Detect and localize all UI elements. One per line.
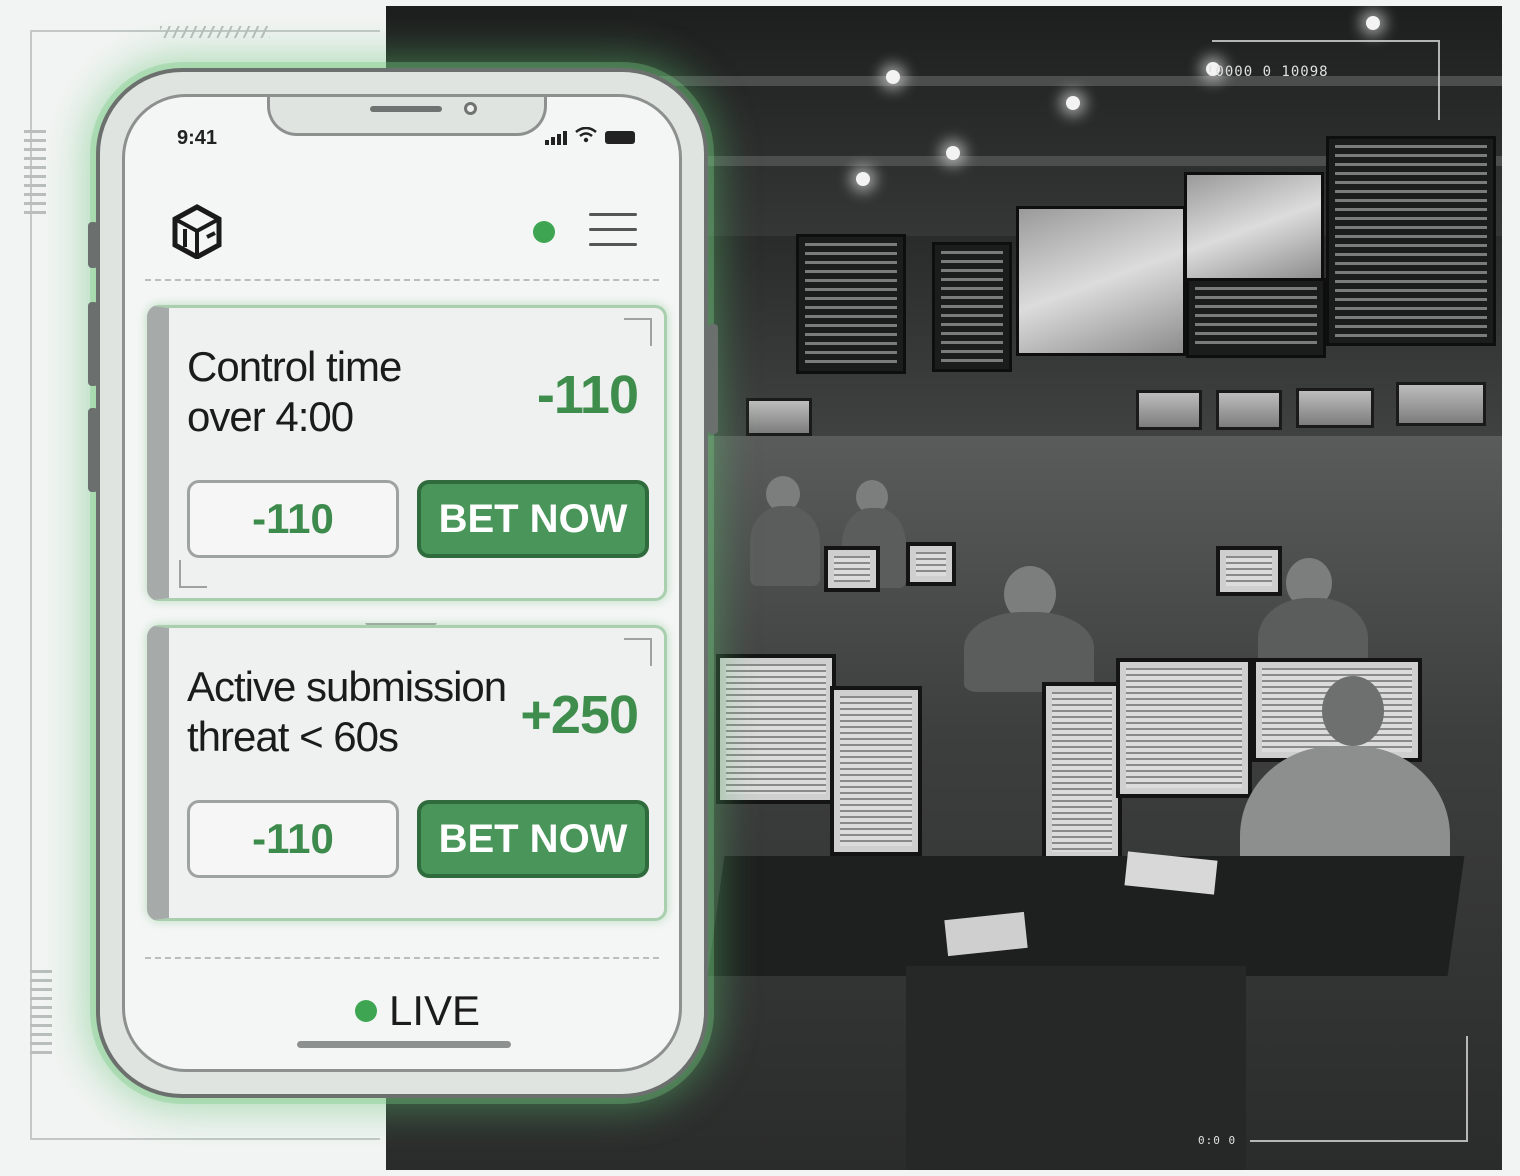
camera-icon <box>464 102 477 115</box>
trading-monitor <box>1042 682 1122 862</box>
bet-now-button[interactable]: BET NOW <box>417 480 649 558</box>
phone-notch <box>267 97 547 136</box>
person-head <box>1322 676 1384 746</box>
hud-hatch-left <box>24 130 46 220</box>
odds-board <box>1326 136 1496 346</box>
wall-tv <box>1216 390 1282 430</box>
wall-tv <box>746 398 812 436</box>
market-title: Active submission threat < 60s <box>187 662 507 762</box>
hud-label-top: !0000 0 10098 <box>1206 64 1329 80</box>
wifi-icon <box>575 126 597 148</box>
trading-monitor <box>1116 658 1252 798</box>
ceiling-light <box>946 146 960 160</box>
phone-mockup: 9:41 Control time over 4:00 -110 -110 BE… <box>88 68 718 1098</box>
phone-side-button <box>88 222 98 268</box>
video-board <box>1016 206 1186 356</box>
ceiling-light <box>1366 16 1380 30</box>
phone-side-button <box>88 408 98 492</box>
ceiling-light <box>886 70 900 84</box>
odds-board <box>1186 278 1326 358</box>
hud-hatch-left-bottom <box>30 970 52 1060</box>
video-board <box>1184 172 1324 282</box>
hud-frame-photo-bottom <box>1250 1036 1468 1142</box>
trading-monitor <box>716 654 836 804</box>
status-icons <box>545 126 635 148</box>
market-odds: -110 <box>536 365 639 425</box>
live-indicator[interactable]: LIVE <box>355 987 480 1035</box>
card-corner-decoration <box>624 318 652 346</box>
status-time: 9:41 <box>177 127 218 149</box>
home-indicator[interactable] <box>297 1041 511 1048</box>
hamburger-menu-icon[interactable] <box>589 213 637 249</box>
app-header <box>145 171 659 281</box>
market-odds: +250 <box>520 685 639 745</box>
odds-board <box>932 242 1012 372</box>
live-status-indicator <box>533 221 555 243</box>
market-title: Control time over 4:00 <box>187 342 402 442</box>
person-body <box>750 506 820 586</box>
person-body <box>964 612 1094 692</box>
ceiling-light <box>856 172 870 186</box>
live-dot-icon <box>355 1000 377 1022</box>
cube-logo-icon[interactable] <box>169 203 225 259</box>
market-title-line: Active submission <box>187 663 507 710</box>
speaker-icon <box>370 106 442 112</box>
bet-now-button[interactable]: BET NOW <box>417 800 649 878</box>
trading-monitor <box>824 546 880 592</box>
market-title-line: over 4:00 <box>187 393 354 440</box>
hud-frame-photo-top <box>1212 40 1440 120</box>
hud-frame-bottom <box>70 1138 380 1140</box>
market-title-line: threat < 60s <box>187 713 399 760</box>
trading-desk <box>707 856 1465 976</box>
card-corner-decoration <box>179 560 207 588</box>
battery-icon <box>605 131 635 144</box>
phone-side-button <box>708 324 718 434</box>
odds-button[interactable]: -110 <box>187 800 399 878</box>
odds-button[interactable]: -110 <box>187 480 399 558</box>
wall-tv <box>1136 390 1202 430</box>
market-card: Active submission threat < 60s +250 -110… <box>147 625 667 921</box>
odds-board <box>796 234 906 374</box>
ceiling-light <box>1066 96 1080 110</box>
phone-side-button <box>88 302 98 386</box>
hud-label-bottom: 0:0 0 <box>1198 1134 1237 1147</box>
wall-tv <box>1396 382 1486 426</box>
card-corner-decoration <box>624 638 652 666</box>
app-footer: LIVE <box>145 957 659 1069</box>
trading-monitor <box>906 542 956 586</box>
phone-screen: 9:41 Control time over 4:00 -110 -110 BE… <box>122 94 682 1072</box>
trading-monitor <box>830 686 922 856</box>
market-title-line: Control time <box>187 343 402 390</box>
trading-monitor <box>1216 546 1282 596</box>
live-label: LIVE <box>389 987 481 1034</box>
trading-desk-front <box>906 966 1246 1170</box>
market-card: Control time over 4:00 -110 -110 BET NOW <box>147 305 667 601</box>
cellular-signal-icon <box>545 130 567 145</box>
hud-hatch-top <box>160 26 270 38</box>
wall-tv <box>1296 388 1374 428</box>
